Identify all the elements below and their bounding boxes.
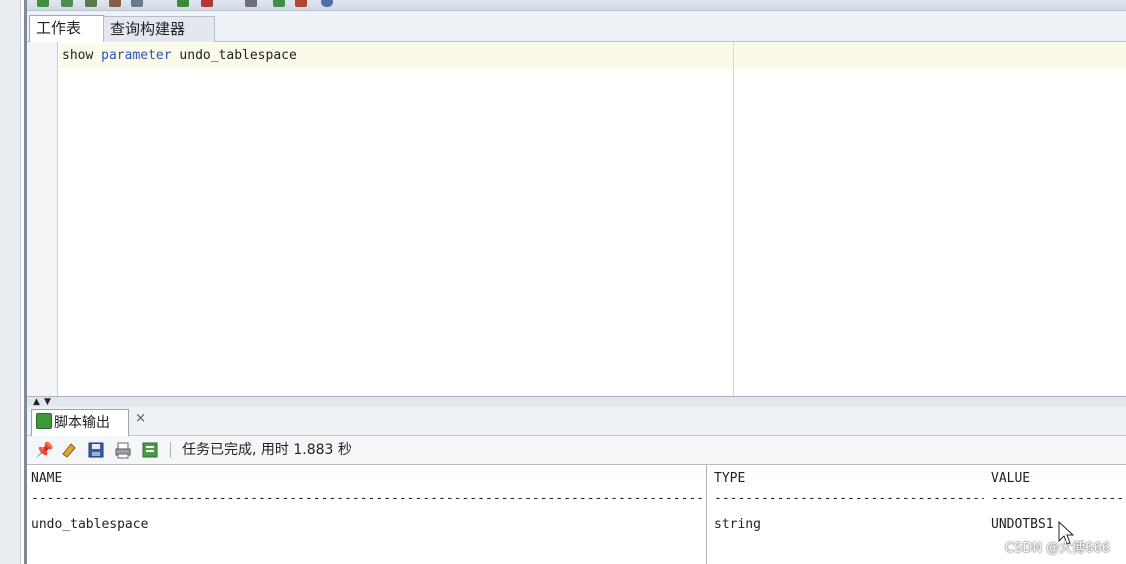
main-toolbar <box>27 0 1126 11</box>
eraser-icon[interactable] <box>60 441 78 459</box>
cell-value: UNDOTBS1 <box>991 517 1054 532</box>
column-type: TYPE -----------------------------------… <box>710 465 986 564</box>
sql-developer-window: 工作表 查询构建器 show parameter undo_tablespace… <box>24 0 1126 564</box>
editor-tabs: 工作表 查询构建器 <box>27 11 1126 42</box>
left-gutter <box>0 0 21 564</box>
output-toolbar: 📌 任务已完成, 用时 1.883 秒 <box>27 436 1126 465</box>
code-token-keyword: parameter <box>101 48 172 63</box>
column-divider <box>706 465 707 564</box>
toolbar-separator <box>170 442 171 458</box>
editor-line-margin <box>27 42 58 396</box>
autotrace-icon[interactable] <box>131 0 143 7</box>
print-icon[interactable] <box>114 441 132 459</box>
tab-script-output[interactable]: 脚本输出 × <box>31 409 146 436</box>
column-header-name: NAME <box>31 471 63 486</box>
right-margin-line <box>733 42 734 396</box>
history-icon[interactable] <box>273 0 285 7</box>
column-name: NAME -----------------------------------… <box>27 465 705 564</box>
column-underline: ----------------------------------------… <box>714 491 984 506</box>
collapse-down-icon[interactable]: ▼ <box>44 397 51 407</box>
cell-name: undo_tablespace <box>31 517 149 532</box>
code-token-identifier: undo_tablespace <box>171 48 297 63</box>
code-token-show: show <box>62 48 102 63</box>
clear-icon[interactable] <box>201 0 213 7</box>
column-underline: ----------------------------------------… <box>31 491 705 506</box>
sql-code-line[interactable]: show parameter undo_tablespace <box>62 46 297 66</box>
rollback-icon[interactable] <box>109 0 121 7</box>
sql-editor[interactable]: show parameter undo_tablespace <box>27 42 1126 396</box>
run-script-icon[interactable] <box>61 0 73 7</box>
cell-type: string <box>714 517 761 532</box>
column-header-type: TYPE <box>714 471 746 486</box>
refresh-icon[interactable] <box>321 0 333 7</box>
close-icon[interactable]: × <box>135 406 146 432</box>
run-icon[interactable] <box>37 0 49 7</box>
collapse-up-icon[interactable]: ▲ <box>33 397 40 407</box>
save-icon[interactable] <box>87 441 105 459</box>
column-header-value: VALUE <box>991 471 1031 486</box>
tab-query-builder[interactable]: 查询构建器 <box>103 16 215 42</box>
pin-icon[interactable]: 📌 <box>35 441 54 459</box>
output-tabs: 脚本输出 × <box>27 407 1126 436</box>
tab-worksheet[interactable]: 工作表 <box>29 15 105 42</box>
editor-gutter-line <box>57 42 60 396</box>
watermark: CSDN @大博666 <box>1004 541 1110 556</box>
script-output-label: 脚本输出 <box>54 415 110 431</box>
grid-icon[interactable] <box>245 0 257 7</box>
script-output-text: NAME -----------------------------------… <box>27 465 1126 564</box>
column-underline: ------------------------------ <box>991 491 1126 506</box>
explain-icon[interactable] <box>177 0 189 7</box>
task-status: 任务已完成, 用时 1.883 秒 <box>182 442 352 458</box>
commit-icon[interactable] <box>85 0 97 7</box>
script-icon[interactable] <box>141 441 159 459</box>
script-output-icon <box>36 413 52 429</box>
format-icon[interactable] <box>295 0 307 7</box>
